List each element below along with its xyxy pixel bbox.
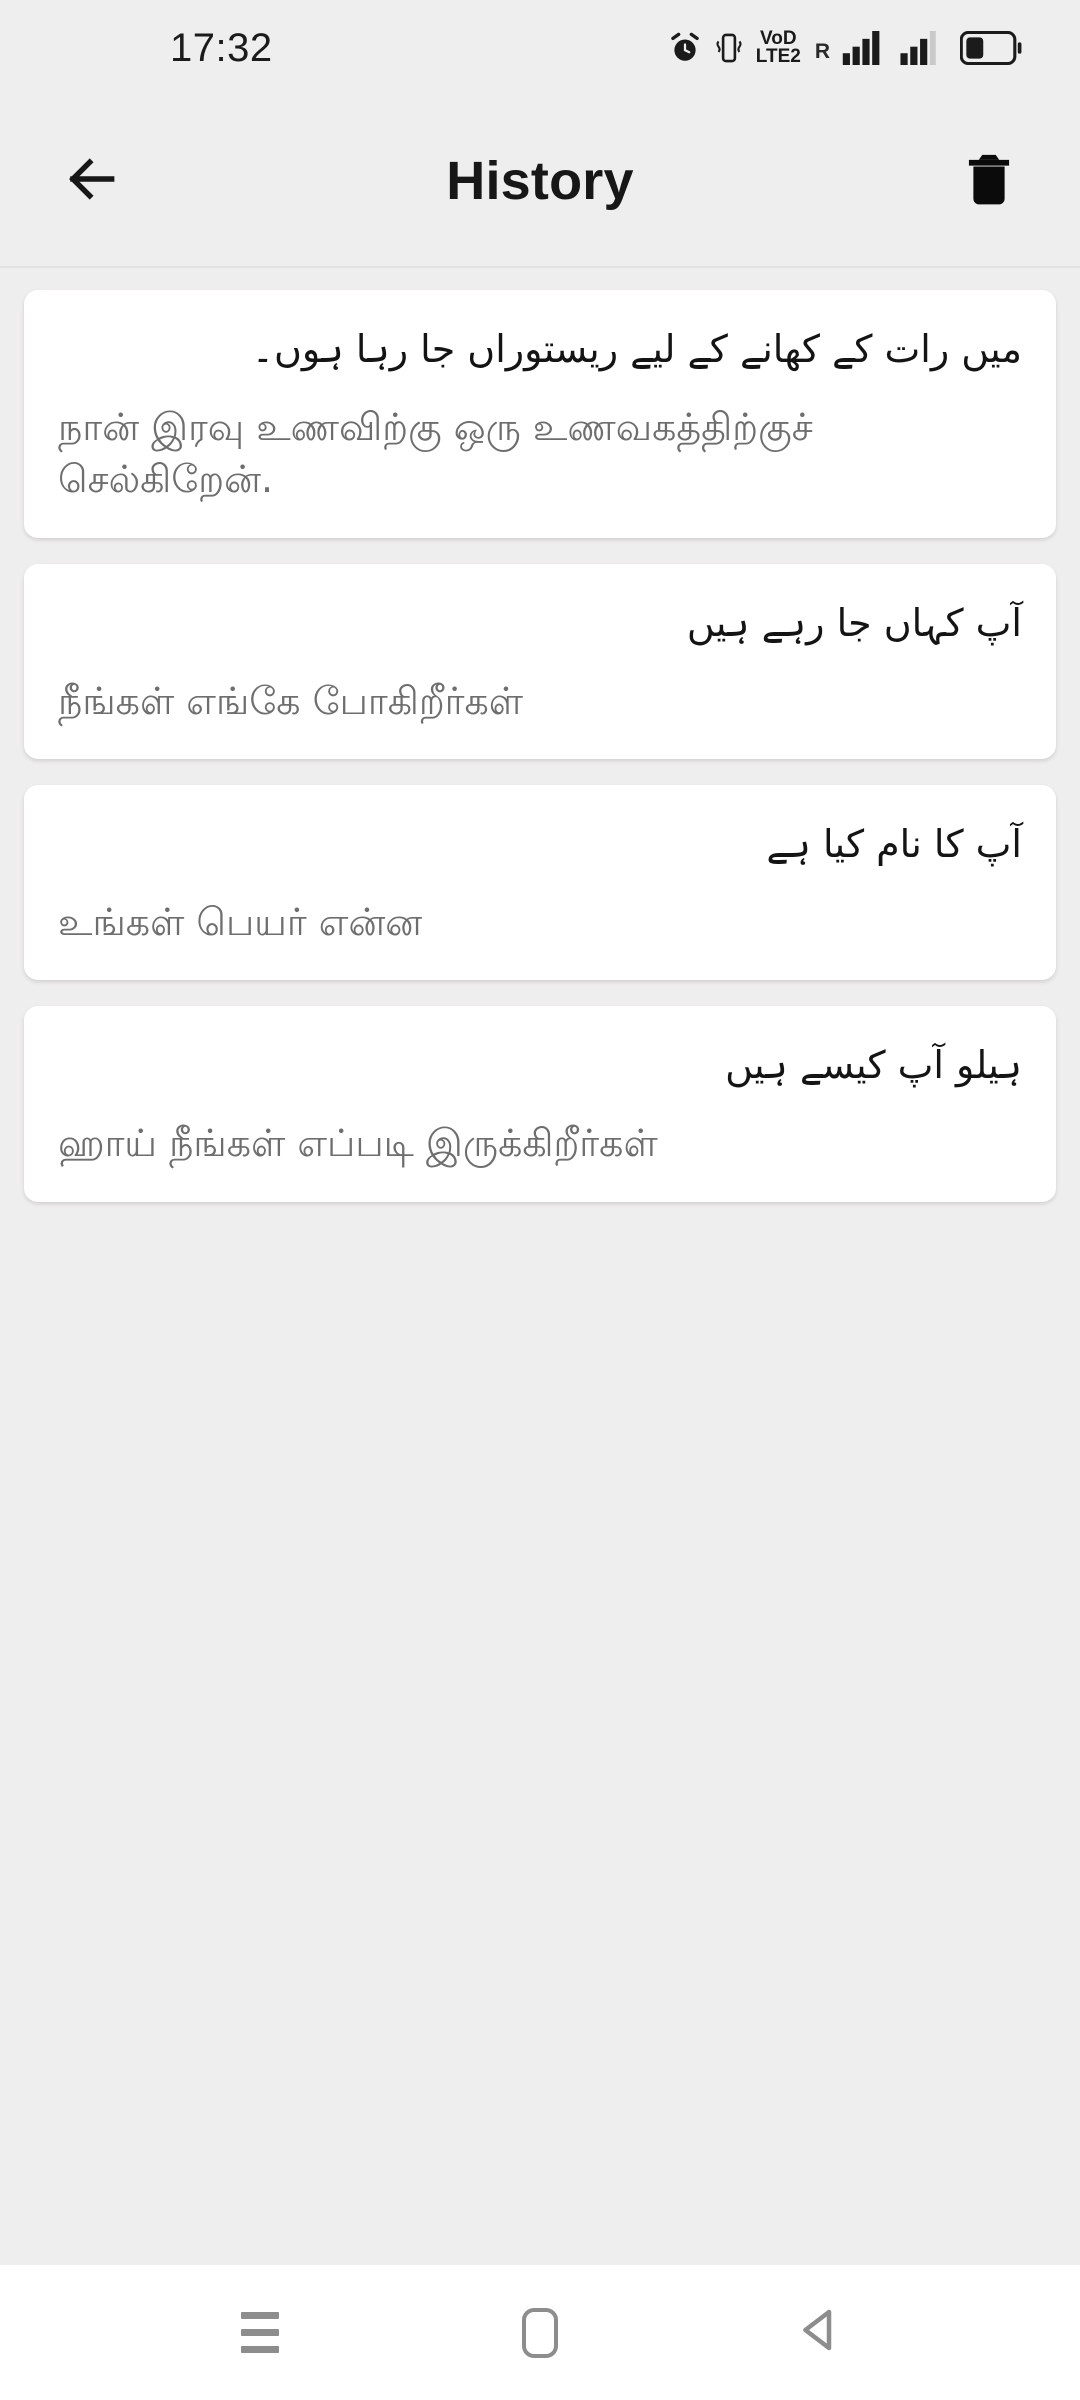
history-item[interactable]: میں رات کے کھانے کے لیے ریستوراں جا رہا … [24, 290, 1056, 538]
status-bar-clock: 17:32 [170, 25, 273, 70]
history-item-source-text: میں رات کے کھانے کے لیے ریستوراں جا رہا … [251, 327, 1022, 371]
arrow-left-icon [60, 148, 122, 215]
status-bar: 17:32 VoD LTE2 R [0, 0, 1080, 96]
delete-history-button[interactable] [946, 138, 1032, 224]
trash-icon [962, 150, 1016, 213]
history-item-source-text: آپ کہاں جا رہے ہیں [686, 600, 1022, 645]
history-item-target-text: நான் இரவு உணவிற்கு ஒரு உணவகத்திற்குச் செ… [58, 404, 813, 502]
history-item[interactable]: ہیلو آپ کیسے ہیں ஹாய் நீங்கள் எப்படி இரு… [24, 1006, 1056, 1202]
battery-icon [960, 31, 1022, 65]
back-button[interactable] [48, 138, 134, 224]
history-item-source-text: آپ کا نام کیا ہے [766, 822, 1022, 867]
signal-sim1-icon [842, 31, 888, 65]
hamburger-icon [241, 2312, 279, 2353]
system-nav-bar [0, 2265, 1080, 2400]
system-back-button[interactable] [765, 2278, 875, 2388]
history-item-target-text: ஹாய் நீங்கள் எப்படி இருக்கிறீர்கள் [58, 1121, 658, 1166]
status-bar-icons: VoD LTE2 R [668, 29, 1022, 67]
home-button[interactable] [485, 2278, 595, 2388]
recent-apps-button[interactable] [205, 2278, 315, 2388]
history-item[interactable]: آپ کہاں جا رہے ہیں நீங்கள் எங்கே போகிறீர… [24, 563, 1056, 760]
app-screen: 17:32 VoD LTE2 R History میں رات کے کھان… [0, 0, 1080, 2400]
home-square-icon [522, 2307, 558, 2358]
history-list[interactable]: میں رات کے کھانے کے لیے ریستوراں جا رہا … [0, 268, 1080, 2265]
history-item-source-text: ہیلو آپ کیسے ہیں [725, 1043, 1022, 1088]
signal-sim2-icon [900, 31, 948, 65]
roaming-icon: R [814, 40, 830, 64]
alarm-icon [668, 31, 702, 65]
vibrate-icon [714, 31, 744, 65]
history-item[interactable]: آپ کا نام کیا ہے உங்கள் பெயர் என்ன [24, 785, 1056, 981]
history-item-target-text: நீங்கள் எங்கே போகிறீர்கள் [58, 678, 524, 723]
app-bar: History [0, 96, 1080, 268]
history-item-target-text: உங்கள் பெயர் என்ன [58, 899, 423, 944]
volte-label-bottom: LTE2 [755, 46, 801, 67]
page-title: History [446, 151, 634, 211]
triangle-left-icon [793, 2303, 847, 2362]
volte-icon: VoD LTE2 [755, 29, 801, 67]
